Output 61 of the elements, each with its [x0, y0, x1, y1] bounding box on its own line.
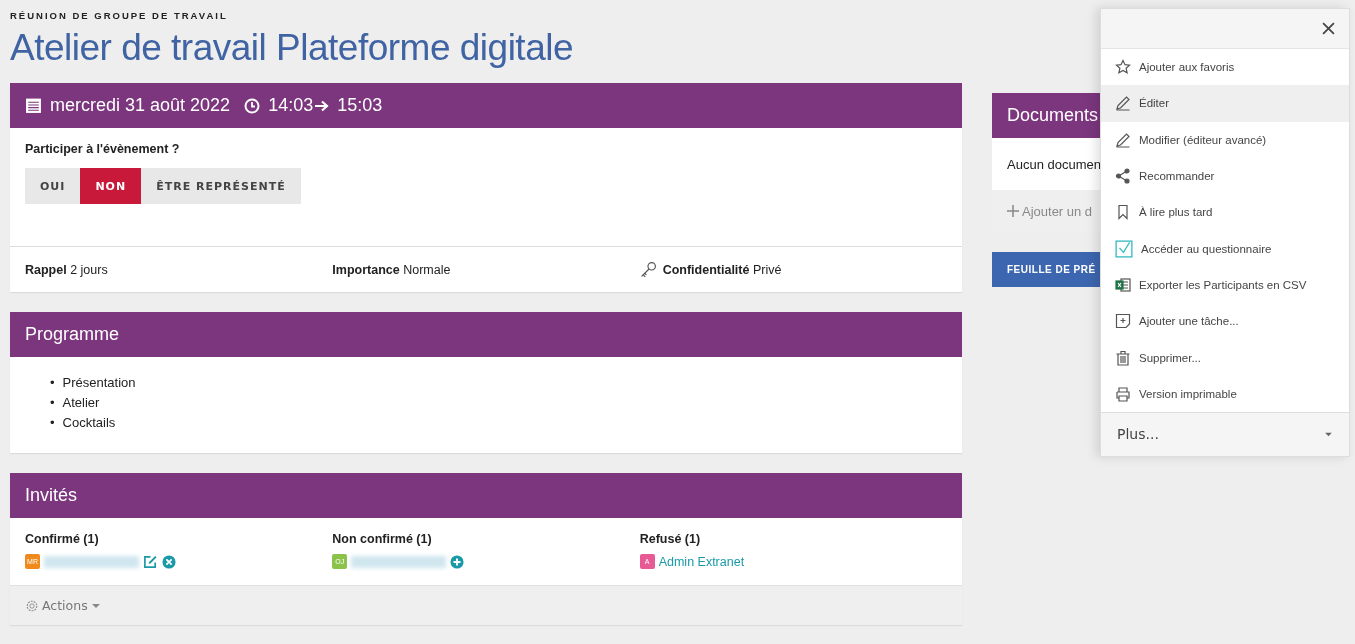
clock-icon	[244, 97, 261, 114]
settings-icon	[25, 598, 39, 613]
key-icon	[639, 261, 657, 278]
card-title: Programme	[25, 324, 120, 345]
pencil-icon	[1115, 95, 1131, 112]
programme-item: Atelier	[62, 394, 100, 412]
menu-item[interactable]: Supprimer...	[1101, 339, 1349, 376]
menu-item[interactable]: Ajouter une tâche...	[1101, 303, 1349, 340]
bullet: •	[50, 374, 55, 392]
rsvp-option[interactable]: NON	[80, 168, 142, 204]
trash-icon	[1115, 349, 1131, 366]
menu-item[interactable]: Exporter les Participants en CSV	[1101, 266, 1349, 304]
more-button[interactable]: Plus...	[1101, 411, 1349, 456]
pencil-icon	[1115, 131, 1131, 148]
menu-item[interactable]: Version imprimable	[1101, 375, 1349, 412]
close-icon[interactable]	[1322, 22, 1335, 35]
plus-icon	[1007, 205, 1019, 217]
bookmark-icon	[1115, 204, 1131, 221]
empty-message: Aucun documen	[1007, 156, 1101, 172]
column-heading: Confirmé (1)	[25, 532, 100, 546]
share-icon	[1115, 168, 1131, 185]
menu-item[interactable]: À lire plus tard	[1101, 194, 1349, 231]
start-time: 14:03	[268, 95, 314, 116]
actions-button[interactable]: Actions	[10, 585, 962, 625]
programme-item: Cocktails	[62, 414, 116, 432]
page-title: Atelier de travail Plateforme digitale	[10, 27, 574, 69]
end-time: 15:03	[337, 95, 383, 116]
guest-link[interactable]: Admin Extranet	[658, 554, 745, 569]
checkbox-icon	[1115, 239, 1133, 258]
menu-item[interactable]: Accéder au questionnaire	[1101, 230, 1349, 267]
info-text: Importance Normale	[332, 262, 451, 277]
card-title: Invités	[25, 485, 78, 506]
remove-icon[interactable]	[162, 554, 176, 569]
bullet: •	[50, 414, 55, 432]
attendance-sheet-button[interactable]: FEUILLE DE PRÉ	[992, 252, 1100, 287]
caret-icon	[90, 602, 101, 609]
edit-icon[interactable]	[143, 554, 158, 569]
rsvp-question: Participer à l'évènement ?	[25, 142, 181, 156]
menu-item[interactable]: Modifier (éditeur avancé)	[1101, 121, 1349, 158]
menu-item[interactable]: Recommander	[1101, 157, 1349, 195]
star-icon	[1115, 59, 1131, 76]
rsvp-option[interactable]: ÊTRE REPRÉSENTÉ	[141, 168, 301, 204]
page-eyebrow: RÉUNION DE GROUPE DE TRAVAIL	[10, 10, 229, 21]
card-title: Documents	[1007, 105, 1099, 126]
column-heading: Non confirmé (1)	[332, 532, 433, 546]
menu-item[interactable]: Éditer	[1101, 85, 1349, 122]
info-text: Confidentialité Privé	[662, 262, 782, 277]
add-icon[interactable]	[450, 554, 465, 569]
column-heading: Refusé (1)	[639, 532, 702, 546]
programme-item: Présentation	[62, 374, 136, 392]
bullet: •	[50, 394, 55, 412]
spreadsheet-icon	[1115, 276, 1131, 293]
rsvp-option[interactable]: OUI	[25, 168, 81, 204]
printer-icon	[1115, 385, 1131, 402]
event-date: mercredi 31 août 2022	[50, 95, 231, 116]
caret-icon	[1324, 431, 1333, 437]
arrow-icon	[315, 99, 330, 112]
menu-item[interactable]: Ajouter aux favoris	[1101, 49, 1349, 86]
add-task-icon	[1115, 313, 1131, 330]
calendar-icon	[25, 97, 42, 114]
info-text: Rappel 2 jours	[25, 262, 108, 277]
